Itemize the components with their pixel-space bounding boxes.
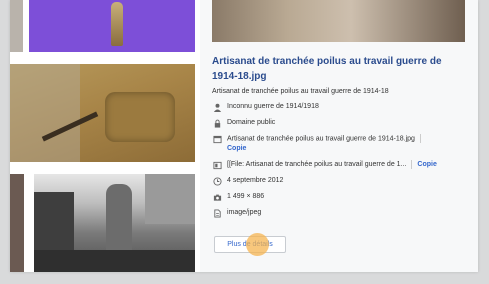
license-row: Domaine public: [212, 118, 468, 128]
embed-icon: [212, 160, 223, 170]
date-text: 4 septembre 2012: [227, 177, 284, 185]
copy-filename-button[interactable]: Copie: [227, 145, 246, 152]
mime-text: image/jpeg: [227, 209, 262, 217]
thumbnail-partial-2[interactable]: [10, 174, 24, 272]
selected-image-preview[interactable]: [212, 0, 465, 42]
file-icon: [212, 134, 223, 144]
author-row: Inconnu guerre de 1914/1918: [212, 102, 468, 112]
file-title[interactable]: Artisanat de tranchée poilus au travail …: [212, 54, 464, 84]
date-row: 4 septembre 2012: [212, 176, 468, 186]
thumbnail-figurine[interactable]: [29, 0, 195, 52]
image-grid: [10, 0, 200, 272]
lock-icon: [212, 118, 223, 128]
author-text[interactable]: Inconnu guerre de 1914/1918: [227, 102, 319, 112]
mime-row: image/jpeg: [212, 208, 468, 218]
thumbnail-soldier-photo[interactable]: [34, 174, 195, 272]
media-viewer: Artisanat de tranchée poilus au travail …: [10, 0, 478, 272]
filename-text: Artisanat de tranchée poilus au travail …: [227, 135, 415, 143]
license-text[interactable]: Domaine public: [227, 118, 275, 128]
more-details-button[interactable]: Plus de détails: [214, 236, 286, 253]
wikitext-row: [[File: Artisanat de tranchée poilus au …: [212, 160, 468, 170]
detail-panel: Artisanat de tranchée poilus au travail …: [200, 0, 478, 272]
document-icon: [212, 208, 223, 218]
filename-row: Artisanat de tranchée poilus au travail …: [212, 134, 468, 154]
copy-wikitext-button[interactable]: Copie: [417, 160, 436, 170]
thumbnail-bag[interactable]: [10, 64, 195, 162]
thumbnail-partial-1[interactable]: [10, 0, 23, 52]
dimensions-row: 1 499 × 886: [212, 192, 468, 202]
metadata-list: Inconnu guerre de 1914/1918 Domaine publ…: [212, 102, 468, 224]
file-description: Artisanat de tranchée poilus au travail …: [212, 88, 389, 95]
clock-icon: [212, 176, 223, 186]
camera-icon: [212, 192, 223, 202]
wikitext-text: [[File: Artisanat de tranchée poilus au …: [227, 161, 407, 169]
person-icon: [212, 102, 223, 112]
dimensions-text: 1 499 × 886: [227, 193, 265, 201]
